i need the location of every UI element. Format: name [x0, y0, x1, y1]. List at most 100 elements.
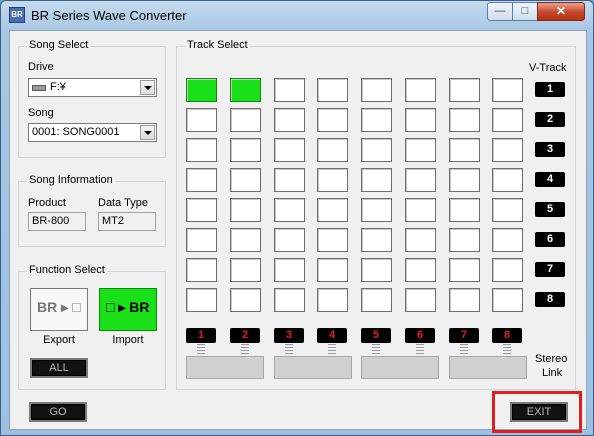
song-dropdown-arrow-icon[interactable] — [140, 125, 155, 140]
track-cell[interactable] — [274, 108, 305, 132]
track-cell[interactable] — [230, 258, 261, 282]
song-dropdown[interactable]: 0001: SONG0001 — [28, 123, 157, 142]
track-cell[interactable] — [492, 198, 523, 222]
track-cell[interactable] — [230, 168, 261, 192]
track-cell[interactable] — [274, 168, 305, 192]
track-cell[interactable] — [317, 108, 348, 132]
maximize-button[interactable]: □ — [512, 2, 538, 21]
track-cell[interactable] — [317, 228, 348, 252]
track-cell[interactable] — [186, 258, 217, 282]
link-grip-icon — [197, 344, 205, 354]
window-title: BR Series Wave Converter — [31, 8, 187, 23]
go-button[interactable]: GO — [29, 402, 87, 422]
track-cell[interactable] — [449, 138, 480, 162]
track-cell[interactable] — [230, 198, 261, 222]
track-cell[interactable] — [492, 108, 523, 132]
track-cell[interactable] — [361, 138, 392, 162]
track-cell[interactable] — [230, 228, 261, 252]
track-cell[interactable] — [317, 138, 348, 162]
drive-label: Drive — [28, 61, 54, 73]
track-cell[interactable] — [317, 168, 348, 192]
track-cell[interactable] — [361, 78, 392, 102]
track-cell[interactable] — [230, 288, 261, 312]
track-cell[interactable] — [405, 198, 436, 222]
track-cell[interactable] — [186, 228, 217, 252]
track-select-label: Track Select — [185, 39, 250, 51]
function-select-group: Function Select BR ▸ □ Export □ ▸ BR Imp… — [18, 264, 166, 390]
track-cell[interactable] — [361, 228, 392, 252]
stereo-link-toggle[interactable] — [274, 356, 352, 379]
drive-dropdown[interactable]: F:¥ — [28, 78, 157, 97]
track-cell[interactable] — [361, 258, 392, 282]
track-cell[interactable] — [405, 288, 436, 312]
track-cell[interactable] — [361, 108, 392, 132]
track-cell[interactable] — [449, 198, 480, 222]
link-grip-icon — [328, 344, 336, 354]
track-cell[interactable] — [449, 258, 480, 282]
track-cell[interactable] — [317, 258, 348, 282]
track-cell[interactable] — [186, 138, 217, 162]
v-track-badge: 8 — [535, 292, 565, 307]
close-button[interactable]: ✕ — [537, 2, 585, 21]
minimize-button[interactable]: — — [487, 2, 513, 21]
track-cell[interactable] — [492, 228, 523, 252]
track-cell[interactable] — [274, 138, 305, 162]
track-cell[interactable] — [405, 138, 436, 162]
import-button[interactable]: □ ▸ BR — [99, 288, 157, 331]
track-cell[interactable] — [274, 258, 305, 282]
track-cell[interactable] — [274, 78, 305, 102]
track-cell[interactable] — [361, 198, 392, 222]
data-type-label: Data Type — [98, 197, 148, 209]
track-cell[interactable] — [449, 288, 480, 312]
track-cell[interactable] — [230, 138, 261, 162]
track-cell[interactable] — [317, 198, 348, 222]
import-icon: □ ▸ BR — [106, 299, 150, 315]
song-label: Song — [28, 107, 54, 119]
track-cell[interactable] — [274, 198, 305, 222]
import-label: Import — [112, 334, 144, 346]
track-select-group: Track Select V-Track Stereo Link 1234567… — [176, 39, 576, 390]
track-cell[interactable] — [186, 78, 217, 102]
track-cell[interactable] — [405, 168, 436, 192]
stereo-link-toggle[interactable] — [361, 356, 439, 379]
track-cell[interactable] — [492, 258, 523, 282]
track-cell[interactable] — [405, 228, 436, 252]
track-cell[interactable] — [449, 168, 480, 192]
track-cell[interactable] — [449, 108, 480, 132]
track-cell[interactable] — [274, 228, 305, 252]
track-cell[interactable] — [186, 198, 217, 222]
product-field: BR-800 — [28, 212, 86, 231]
track-cell[interactable] — [274, 288, 305, 312]
track-cell[interactable] — [492, 138, 523, 162]
track-cell[interactable] — [361, 168, 392, 192]
track-cell[interactable] — [449, 78, 480, 102]
track-cell[interactable] — [449, 228, 480, 252]
track-number-badge: 3 — [274, 328, 304, 343]
product-label: Product — [28, 197, 66, 209]
drive-dropdown-arrow-icon[interactable] — [140, 80, 155, 95]
track-cell[interactable] — [405, 258, 436, 282]
track-cell[interactable] — [230, 108, 261, 132]
track-cell[interactable] — [405, 78, 436, 102]
all-button[interactable]: ALL — [30, 358, 88, 378]
track-cell[interactable] — [492, 168, 523, 192]
track-cell[interactable] — [317, 288, 348, 312]
stereo-link-toggle[interactable] — [449, 356, 527, 379]
track-number-badge: 6 — [405, 328, 435, 343]
track-cell[interactable] — [186, 168, 217, 192]
track-cell[interactable] — [186, 288, 217, 312]
track-cell[interactable] — [186, 108, 217, 132]
track-cell[interactable] — [492, 288, 523, 312]
client-area: Song Select Drive F:¥ Song 0001: SONG000… — [9, 30, 587, 433]
export-button[interactable]: BR ▸ □ — [30, 288, 88, 331]
track-cell[interactable] — [492, 78, 523, 102]
track-cell[interactable] — [405, 108, 436, 132]
track-number-badge: 1 — [186, 328, 216, 343]
stereo-link-toggle[interactable] — [186, 356, 264, 379]
track-cell[interactable] — [230, 78, 261, 102]
track-cell[interactable] — [361, 288, 392, 312]
v-track-label: V-Track — [529, 62, 567, 74]
track-cell[interactable] — [317, 78, 348, 102]
title-bar[interactable]: BR BR Series Wave Converter — □ ✕ — [1, 1, 593, 29]
drive-icon — [32, 85, 46, 91]
